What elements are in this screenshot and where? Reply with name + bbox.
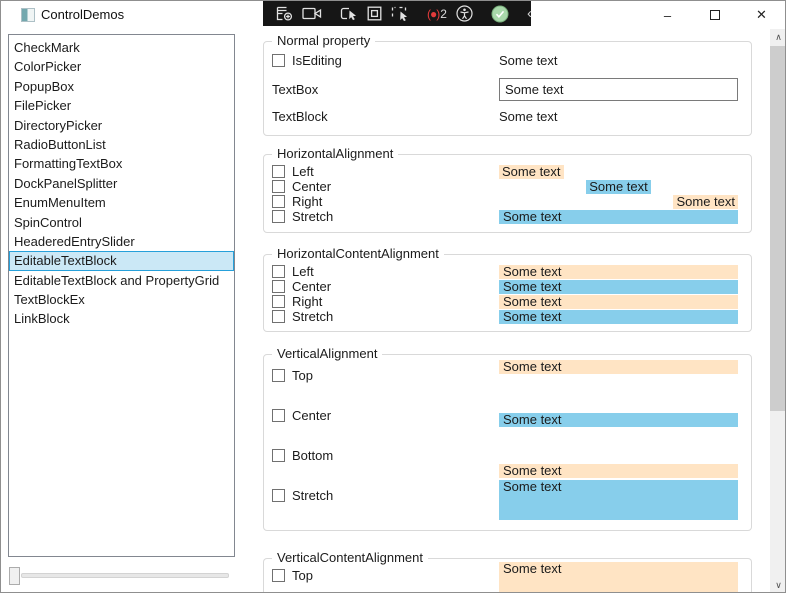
- group-title: VerticalContentAlignment: [272, 550, 428, 565]
- list-item-checkmark[interactable]: CheckMark: [9, 38, 234, 57]
- list-item-popupbox[interactable]: PopupBox: [9, 77, 234, 96]
- close-icon: ✕: [756, 7, 767, 22]
- maximize-icon: [709, 10, 720, 20]
- window-pointer-icon[interactable]: [391, 1, 409, 26]
- group-title: Normal property: [272, 33, 376, 48]
- halign-right-checkbox[interactable]: [272, 195, 285, 208]
- region-icon[interactable]: [367, 1, 382, 26]
- list-item-radiobuttonlist[interactable]: RadioButtonList: [9, 135, 234, 154]
- list-item-editabletextblock-selected[interactable]: EditableTextBlock: [9, 251, 234, 271]
- demo-text: Some text: [499, 108, 558, 124]
- hcalign-stretch-label: Stretch: [292, 309, 334, 324]
- record-count: 2: [440, 6, 447, 21]
- list-item-textblockex[interactable]: TextBlockEx: [9, 290, 234, 309]
- vcalign-top-label: Top: [292, 568, 313, 583]
- valign-center-checkbox[interactable]: [272, 409, 285, 422]
- window-title: ControlDemos: [41, 7, 125, 22]
- hcalign-left-checkbox[interactable]: [272, 265, 285, 278]
- demo-bar: Some text: [499, 264, 738, 279]
- hcalign-center-label: Center: [292, 279, 332, 294]
- demo-bar-left: Some text: [499, 165, 564, 179]
- list-item-filepicker[interactable]: FilePicker: [9, 96, 234, 115]
- list-item-editabletextblock-propertygrid[interactable]: EditableTextBlock and PropertyGrid: [9, 271, 234, 290]
- valign-bottom-label: Bottom: [292, 448, 334, 463]
- halign-left-label: Left: [292, 164, 314, 179]
- maximize-button[interactable]: [691, 1, 738, 29]
- group-normal-property: Normal property IsEditing Some text Text…: [263, 33, 752, 136]
- demo-bar-center: Some text: [499, 413, 738, 427]
- camera-icon[interactable]: [302, 1, 322, 26]
- scroll-down-icon[interactable]: ∨: [770, 577, 785, 592]
- capture-settings-icon[interactable]: [276, 1, 293, 26]
- demo-bar-stretch: Some text: [499, 209, 738, 224]
- halign-right-label: Right: [292, 194, 323, 209]
- demo-listbox: CheckMark ColorPicker PopupBox FilePicke…: [8, 34, 235, 557]
- vertical-scrollbar[interactable]: ∧ ∨: [770, 29, 785, 592]
- group-vertical-alignment: VerticalAlignment Top Some text Center S…: [263, 346, 752, 531]
- vcalign-top-checkbox[interactable]: [272, 569, 285, 582]
- valign-bottom-checkbox[interactable]: [272, 449, 285, 462]
- isediting-label: IsEditing: [292, 53, 342, 68]
- valign-center-label: Center: [292, 408, 332, 423]
- group-title: HorizontalContentAlignment: [272, 246, 444, 261]
- demo-bar-bottom: Some text: [499, 464, 738, 478]
- valign-top-label: Top: [292, 368, 313, 383]
- group-title: VerticalAlignment: [272, 346, 383, 361]
- hcalign-right-checkbox[interactable]: [272, 295, 285, 308]
- collapse-chevron-icon[interactable]: ‹: [527, 1, 532, 26]
- check-circle-icon[interactable]: [491, 1, 509, 26]
- list-item-linkblock[interactable]: LinkBlock: [9, 309, 234, 328]
- hcalign-left-label: Left: [292, 264, 314, 279]
- app-icon: [21, 8, 35, 22]
- group-horizontal-content-alignment: HorizontalContentAlignment Left Some tex…: [263, 246, 752, 332]
- hcalign-right-label: Right: [292, 294, 323, 309]
- demo-bar-center: Some text: [586, 179, 651, 194]
- slider-track[interactable]: [21, 573, 229, 578]
- group-vertical-content-alignment: VerticalContentAlignment Top Some text: [263, 550, 752, 592]
- minimize-button[interactable]: –: [644, 1, 691, 29]
- demo-bar: Some text: [499, 294, 738, 309]
- list-item-formattingtextbox[interactable]: FormattingTextBox: [9, 154, 234, 173]
- valign-stretch-checkbox[interactable]: [272, 489, 285, 502]
- minimize-icon: –: [663, 7, 672, 23]
- list-item-headeredentryslider[interactable]: HeaderedEntrySlider: [9, 232, 234, 251]
- list-item-colorpicker[interactable]: ColorPicker: [9, 57, 234, 76]
- accessibility-icon[interactable]: [456, 1, 473, 26]
- pointer-frame-icon[interactable]: [340, 1, 358, 26]
- demo-bar: Some text: [499, 309, 738, 324]
- demo-bar-top: Some text: [499, 562, 738, 592]
- record-indicator-icon[interactable]: (●) 2: [427, 1, 447, 26]
- list-item-enummenuitem[interactable]: EnumMenuItem: [9, 193, 234, 212]
- textblock-label: TextBlock: [272, 108, 328, 124]
- slider-thumb[interactable]: [9, 567, 20, 585]
- halign-stretch-label: Stretch: [292, 209, 334, 224]
- textbox-label: TextBox: [272, 81, 319, 97]
- scrollbar-thumb[interactable]: [770, 46, 785, 411]
- scroll-up-icon[interactable]: ∧: [770, 29, 785, 46]
- demo-bar-stretch: Some text: [499, 480, 738, 520]
- isediting-checkbox[interactable]: [272, 54, 285, 67]
- list-item-directorypicker[interactable]: DirectoryPicker: [9, 116, 234, 135]
- valign-top-checkbox[interactable]: [272, 369, 285, 382]
- demo-textbox-input[interactable]: [499, 77, 738, 101]
- close-button[interactable]: ✕: [738, 1, 785, 29]
- demo-bar-right: Some text: [673, 194, 738, 209]
- capture-toolbar: (●) 2 ‹: [263, 1, 532, 26]
- group-title: HorizontalAlignment: [272, 146, 399, 161]
- hcalign-stretch-checkbox[interactable]: [272, 310, 285, 323]
- demo-bar: Some text: [499, 279, 738, 294]
- list-item-dockpanelsplitter[interactable]: DockPanelSplitter: [9, 174, 234, 193]
- halign-center-checkbox[interactable]: [272, 180, 285, 193]
- list-item-spincontrol[interactable]: SpinControl: [9, 213, 234, 232]
- halign-stretch-checkbox[interactable]: [272, 210, 285, 223]
- group-horizontal-alignment: HorizontalAlignment Left Some text Cente…: [263, 146, 752, 233]
- app-window: ControlDemos – ✕ (●) 2 ‹ CheckMark Color…: [0, 0, 786, 593]
- halign-left-checkbox[interactable]: [272, 165, 285, 178]
- hcalign-center-checkbox[interactable]: [272, 280, 285, 293]
- demo-bar-top: Some text: [499, 360, 738, 374]
- halign-center-label: Center: [292, 179, 332, 194]
- demo-text: Some text: [499, 53, 558, 68]
- valign-stretch-label: Stretch: [292, 488, 334, 503]
